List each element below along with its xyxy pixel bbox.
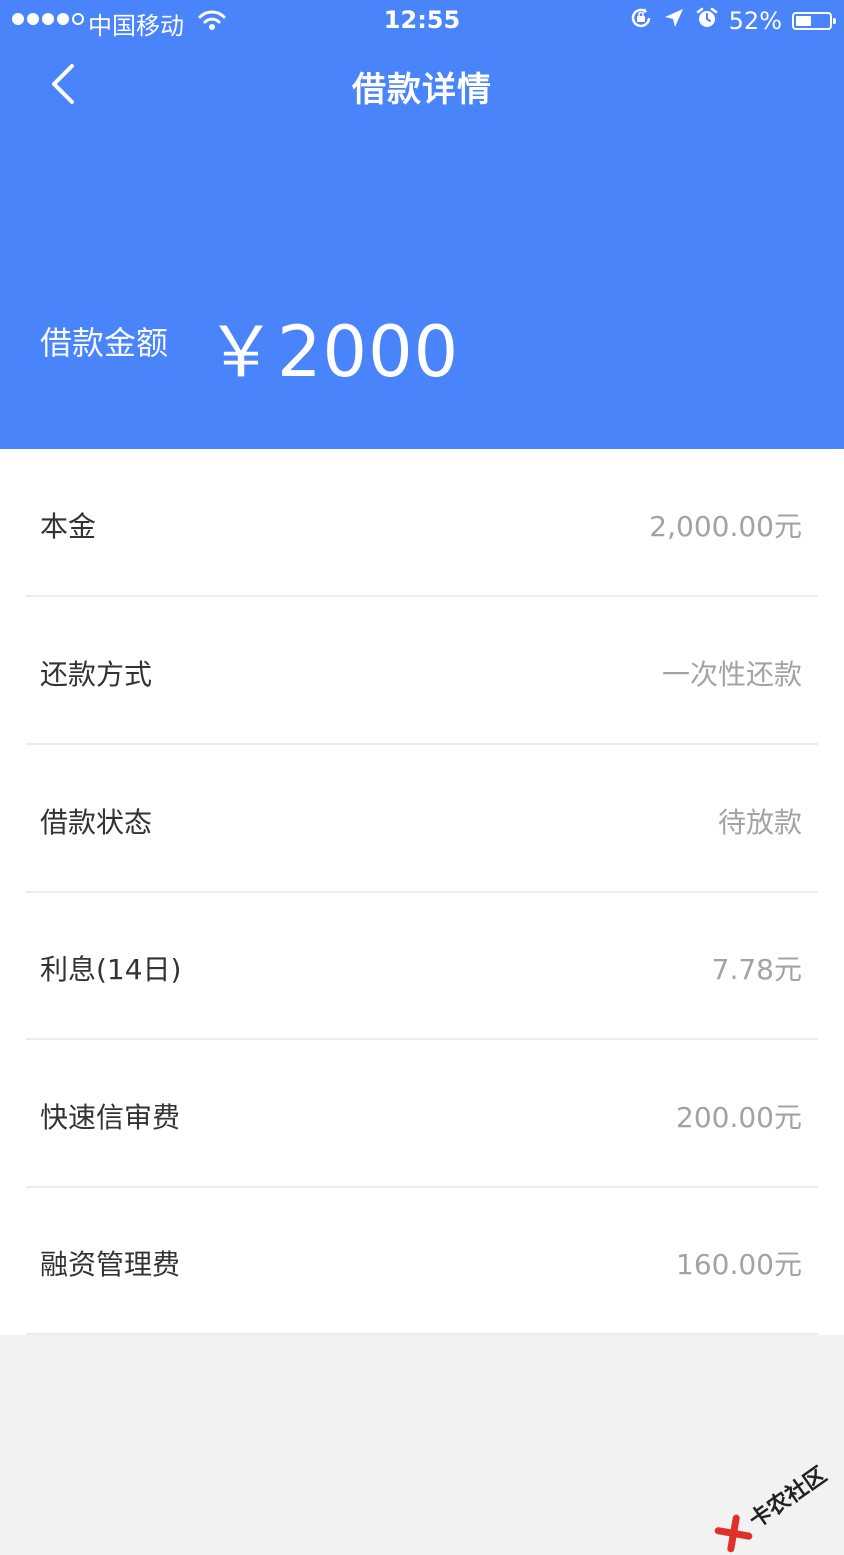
detail-label: 本金 bbox=[40, 510, 97, 543]
detail-value: 7.78元 bbox=[711, 953, 802, 986]
detail-value: 待放款 bbox=[717, 806, 802, 839]
battery-percent: 52% bbox=[728, 7, 782, 35]
loan-amount-label: 借款金额 bbox=[40, 324, 169, 362]
watermark-text: 卡农社区 bbox=[744, 1462, 832, 1534]
loan-amount-value: ￥2000 bbox=[206, 311, 460, 393]
detail-row-management-fee: 融资管理费 160.00元 bbox=[26, 1187, 818, 1335]
battery-fill bbox=[796, 16, 811, 26]
status-right: 52% bbox=[629, 6, 836, 36]
detail-row-interest: 利息(14日) 7.78元 bbox=[26, 892, 818, 1040]
detail-value: 一次性还款 bbox=[661, 658, 802, 691]
detail-row-repayment-method: 还款方式 一次性还款 bbox=[26, 597, 818, 745]
detail-label: 融资管理费 bbox=[40, 1248, 181, 1281]
battery-icon bbox=[792, 12, 836, 30]
location-arrow-icon bbox=[663, 7, 685, 35]
header: 中国移动 12:55 52% 借款详情 借款金额 ￥2000 bbox=[0, 0, 844, 449]
detail-label: 借款状态 bbox=[40, 806, 153, 839]
watermark: 卡农社区 bbox=[712, 1458, 832, 1555]
detail-label: 快速信审费 bbox=[40, 1101, 181, 1134]
detail-value: 2,000.00元 bbox=[649, 510, 802, 543]
detail-row-loan-status: 借款状态 待放款 bbox=[26, 745, 818, 893]
detail-value: 160.00元 bbox=[676, 1248, 802, 1281]
detail-label: 还款方式 bbox=[40, 658, 153, 691]
alarm-clock-icon bbox=[695, 6, 719, 36]
detail-list: 本金 2,000.00元 还款方式 一次性还款 借款状态 待放款 利息(14日)… bbox=[0, 449, 844, 1335]
detail-row-review-fee: 快速信审费 200.00元 bbox=[26, 1040, 818, 1188]
status-bar: 中国移动 12:55 52% bbox=[0, 0, 844, 42]
detail-label: 利息(14日) bbox=[40, 953, 182, 986]
detail-value: 200.00元 bbox=[676, 1101, 802, 1134]
page-title: 借款详情 bbox=[352, 70, 492, 110]
orientation-lock-icon bbox=[629, 6, 653, 36]
detail-row-principal: 本金 2,000.00元 bbox=[26, 449, 818, 597]
